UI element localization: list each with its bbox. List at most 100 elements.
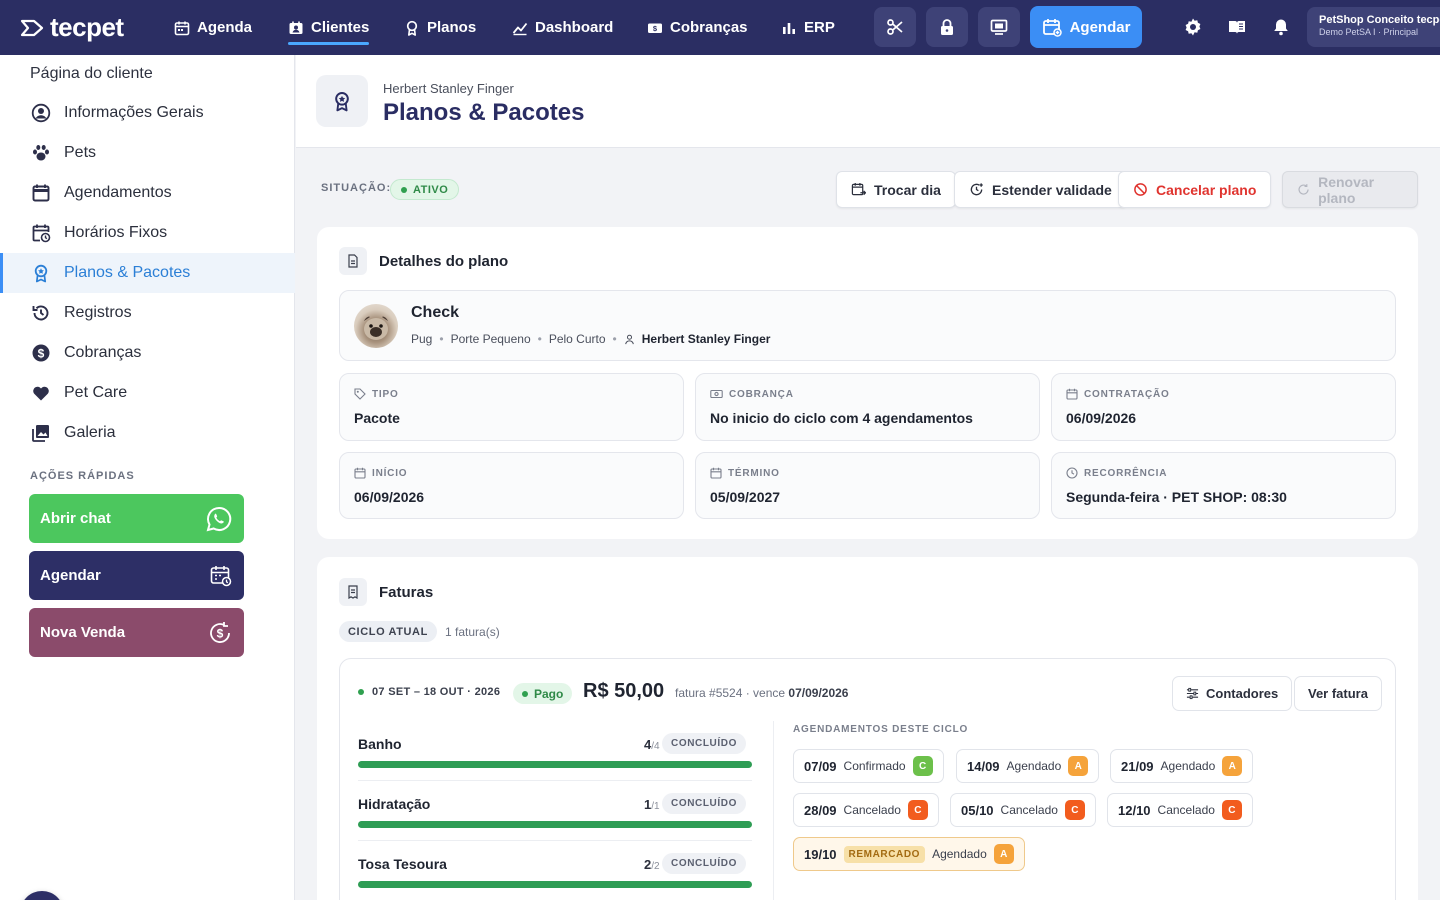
- appointment-status: Cancelado: [1001, 803, 1058, 817]
- sidebar-item-pets[interactable]: Pets: [0, 133, 295, 173]
- pet-owner: Herbert Stanley Finger: [642, 332, 771, 346]
- sidebar-item-galeria[interactable]: Galeria: [0, 413, 295, 453]
- history-icon: [30, 302, 52, 324]
- service-name: Banho: [358, 736, 402, 752]
- pet-coat: Pelo Curto: [549, 332, 606, 346]
- cycle-filter-label: CICLO ATUAL: [348, 626, 428, 638]
- field-cobranca-label: COBRANÇA: [729, 389, 794, 400]
- field-contratacao-label: CONTRATAÇÃO: [1084, 389, 1170, 400]
- logo-text: tecpet: [50, 12, 124, 43]
- nova-venda-button[interactable]: Nova Venda $: [29, 608, 244, 657]
- trocar-dia-button[interactable]: Trocar dia: [836, 171, 956, 208]
- top-navbar: tecpet Agenda Clientes Planos Dashboard …: [0, 0, 1440, 55]
- store-selector[interactable]: PetShop Conceito tecpet Demo PetSA I · P…: [1307, 7, 1440, 47]
- agendar-quick-label: Agendar: [40, 567, 101, 584]
- field-termino-label: TÉRMINO: [728, 468, 780, 479]
- appointment-status-badge: A: [1222, 756, 1242, 776]
- sidebar-item-horarios-fixos[interactable]: Horários Fixos: [0, 213, 295, 253]
- appointment-status: Confirmado: [844, 759, 906, 773]
- status-dot: [401, 187, 407, 193]
- field-tipo-label: TIPO: [372, 389, 399, 400]
- appointment-chip-rescheduled[interactable]: 19/10REMARCADOAgendadoA: [793, 837, 1025, 871]
- screen-icon: [990, 19, 1008, 35]
- sidebar-item-label: Agendamentos: [64, 184, 172, 202]
- appointment-chip[interactable]: 12/10CanceladoC: [1107, 793, 1253, 827]
- sidebar-item-pet-care[interactable]: Pet Care: [0, 373, 295, 413]
- plan-details-title: Detalhes do plano: [339, 247, 508, 275]
- award-icon: [30, 262, 52, 284]
- invoice-period: 07 SET – 18 OUT · 2026: [358, 686, 500, 698]
- help-button[interactable]: [20, 891, 64, 900]
- service-total: /4: [651, 741, 659, 752]
- field-recorrencia-label: RECORRÊNCIA: [1084, 468, 1167, 479]
- sidebar-item-label: Registros: [64, 304, 132, 322]
- scissors-icon: [886, 18, 904, 36]
- invoice-due-date: 07/09/2026: [788, 686, 848, 700]
- appointment-chip[interactable]: 21/09AgendadoA: [1110, 749, 1253, 783]
- nav-dashboard[interactable]: Dashboard: [512, 0, 613, 55]
- ver-fatura-button[interactable]: Ver fatura: [1294, 676, 1382, 711]
- sidebar-item-planos-pacotes[interactable]: Planos & Pacotes: [0, 253, 295, 293]
- calendar-swap-icon: [851, 182, 866, 197]
- status-label: SITUAÇÃO:: [321, 182, 391, 194]
- sidebar-item-label: Planos & Pacotes: [64, 264, 190, 282]
- nav-erp[interactable]: ERP: [781, 0, 835, 55]
- sidebar-item-registros[interactable]: Registros: [0, 293, 295, 333]
- sidebar-item-label: Cobranças: [64, 344, 141, 362]
- renovar-plano-button[interactable]: Renovar plano: [1282, 171, 1418, 208]
- agendar-button[interactable]: Agendar: [1030, 6, 1142, 48]
- appointment-status: Agendado: [932, 847, 987, 861]
- sidebar-item-label: Galeria: [64, 424, 116, 442]
- lock-button[interactable]: [926, 7, 968, 47]
- field-inicio: INÍCIO 06/09/2026: [339, 452, 684, 519]
- cash-icon: [710, 388, 723, 400]
- separator-dot: •: [538, 332, 542, 346]
- invoices-title: Faturas: [339, 578, 433, 606]
- appointment-status-badge: C: [913, 756, 933, 776]
- pet-card[interactable]: Check Pug • Porte Pequeno • Pelo Curto •…: [339, 290, 1396, 361]
- heart-icon: [30, 382, 52, 404]
- service-name: Tosa Tesoura: [358, 856, 447, 872]
- calendar-icon: [30, 182, 52, 204]
- nav-planos[interactable]: Planos: [404, 0, 476, 55]
- gear-icon[interactable]: [1183, 17, 1203, 37]
- divider: [358, 780, 752, 781]
- status-badge: ATIVO: [390, 179, 459, 200]
- field-tipo: TIPO Pacote: [339, 373, 684, 441]
- sidebar-item-cobrancas[interactable]: $ Cobranças: [0, 333, 295, 373]
- sidebar-title: Página do cliente: [30, 65, 153, 83]
- contadores-button[interactable]: Contadores: [1172, 676, 1292, 711]
- abrir-chat-button[interactable]: Abrir chat: [29, 494, 244, 543]
- bell-icon[interactable]: [1271, 17, 1291, 37]
- book-icon[interactable]: [1227, 17, 1247, 37]
- sidebar-item-agendamentos[interactable]: Agendamentos: [0, 173, 295, 213]
- estender-validade-button[interactable]: Estender validade: [954, 171, 1127, 208]
- money-icon: $: [647, 20, 663, 36]
- dollar-icon: $: [30, 342, 52, 364]
- tecpet-logo[interactable]: tecpet: [20, 12, 124, 43]
- invoice-number-text: fatura #5524 · vence: [675, 686, 785, 700]
- nav-cobrancas[interactable]: $ Cobranças: [647, 0, 748, 55]
- appointment-chip[interactable]: 05/10CanceladoC: [950, 793, 1096, 827]
- column-divider: [773, 721, 774, 900]
- sidebar-item-informacoes[interactable]: Informações Gerais: [0, 93, 295, 133]
- agendar-quick-button[interactable]: Agendar: [29, 551, 244, 600]
- appointment-chip[interactable]: 07/09ConfirmadoC: [793, 749, 944, 783]
- nav-agenda[interactable]: Agenda: [174, 0, 252, 55]
- service-counter: 2/2: [644, 857, 660, 872]
- scissors-button[interactable]: [874, 7, 916, 47]
- cycle-filter[interactable]: CICLO ATUAL: [339, 621, 437, 642]
- pet-size: Porte Pequeno: [451, 332, 531, 346]
- status-dot: [522, 691, 528, 697]
- screen-button[interactable]: [978, 7, 1020, 47]
- service-counter: 4/4: [644, 737, 660, 752]
- cancelar-plano-button[interactable]: Cancelar plano: [1118, 171, 1271, 208]
- service-total: /1: [651, 801, 659, 812]
- appointment-date: 12/10: [1118, 803, 1151, 818]
- service-progress-bar: [358, 881, 752, 888]
- appointment-chip[interactable]: 14/09AgendadoA: [956, 749, 1099, 783]
- appointment-chip[interactable]: 28/09CanceladoC: [793, 793, 939, 827]
- appointments-label: AGENDAMENTOS DESTE CICLO: [793, 724, 968, 735]
- nav-clientes[interactable]: Clientes: [288, 0, 369, 55]
- pet-name: Check: [411, 304, 459, 322]
